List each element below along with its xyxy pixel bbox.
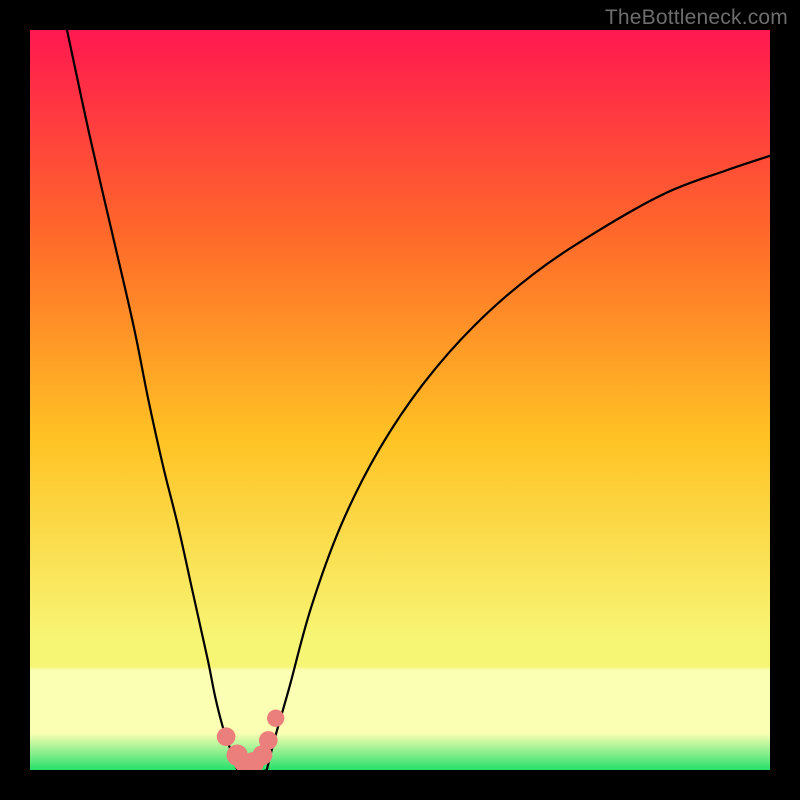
outer-frame: TheBottleneck.com [0,0,800,800]
watermark-label: TheBottleneck.com [605,6,788,30]
plot-svg [30,30,770,770]
plot-area [30,30,770,770]
trough-marker [267,710,284,727]
trough-marker [217,727,236,746]
trough-marker [259,731,278,750]
plot-background [30,30,770,770]
